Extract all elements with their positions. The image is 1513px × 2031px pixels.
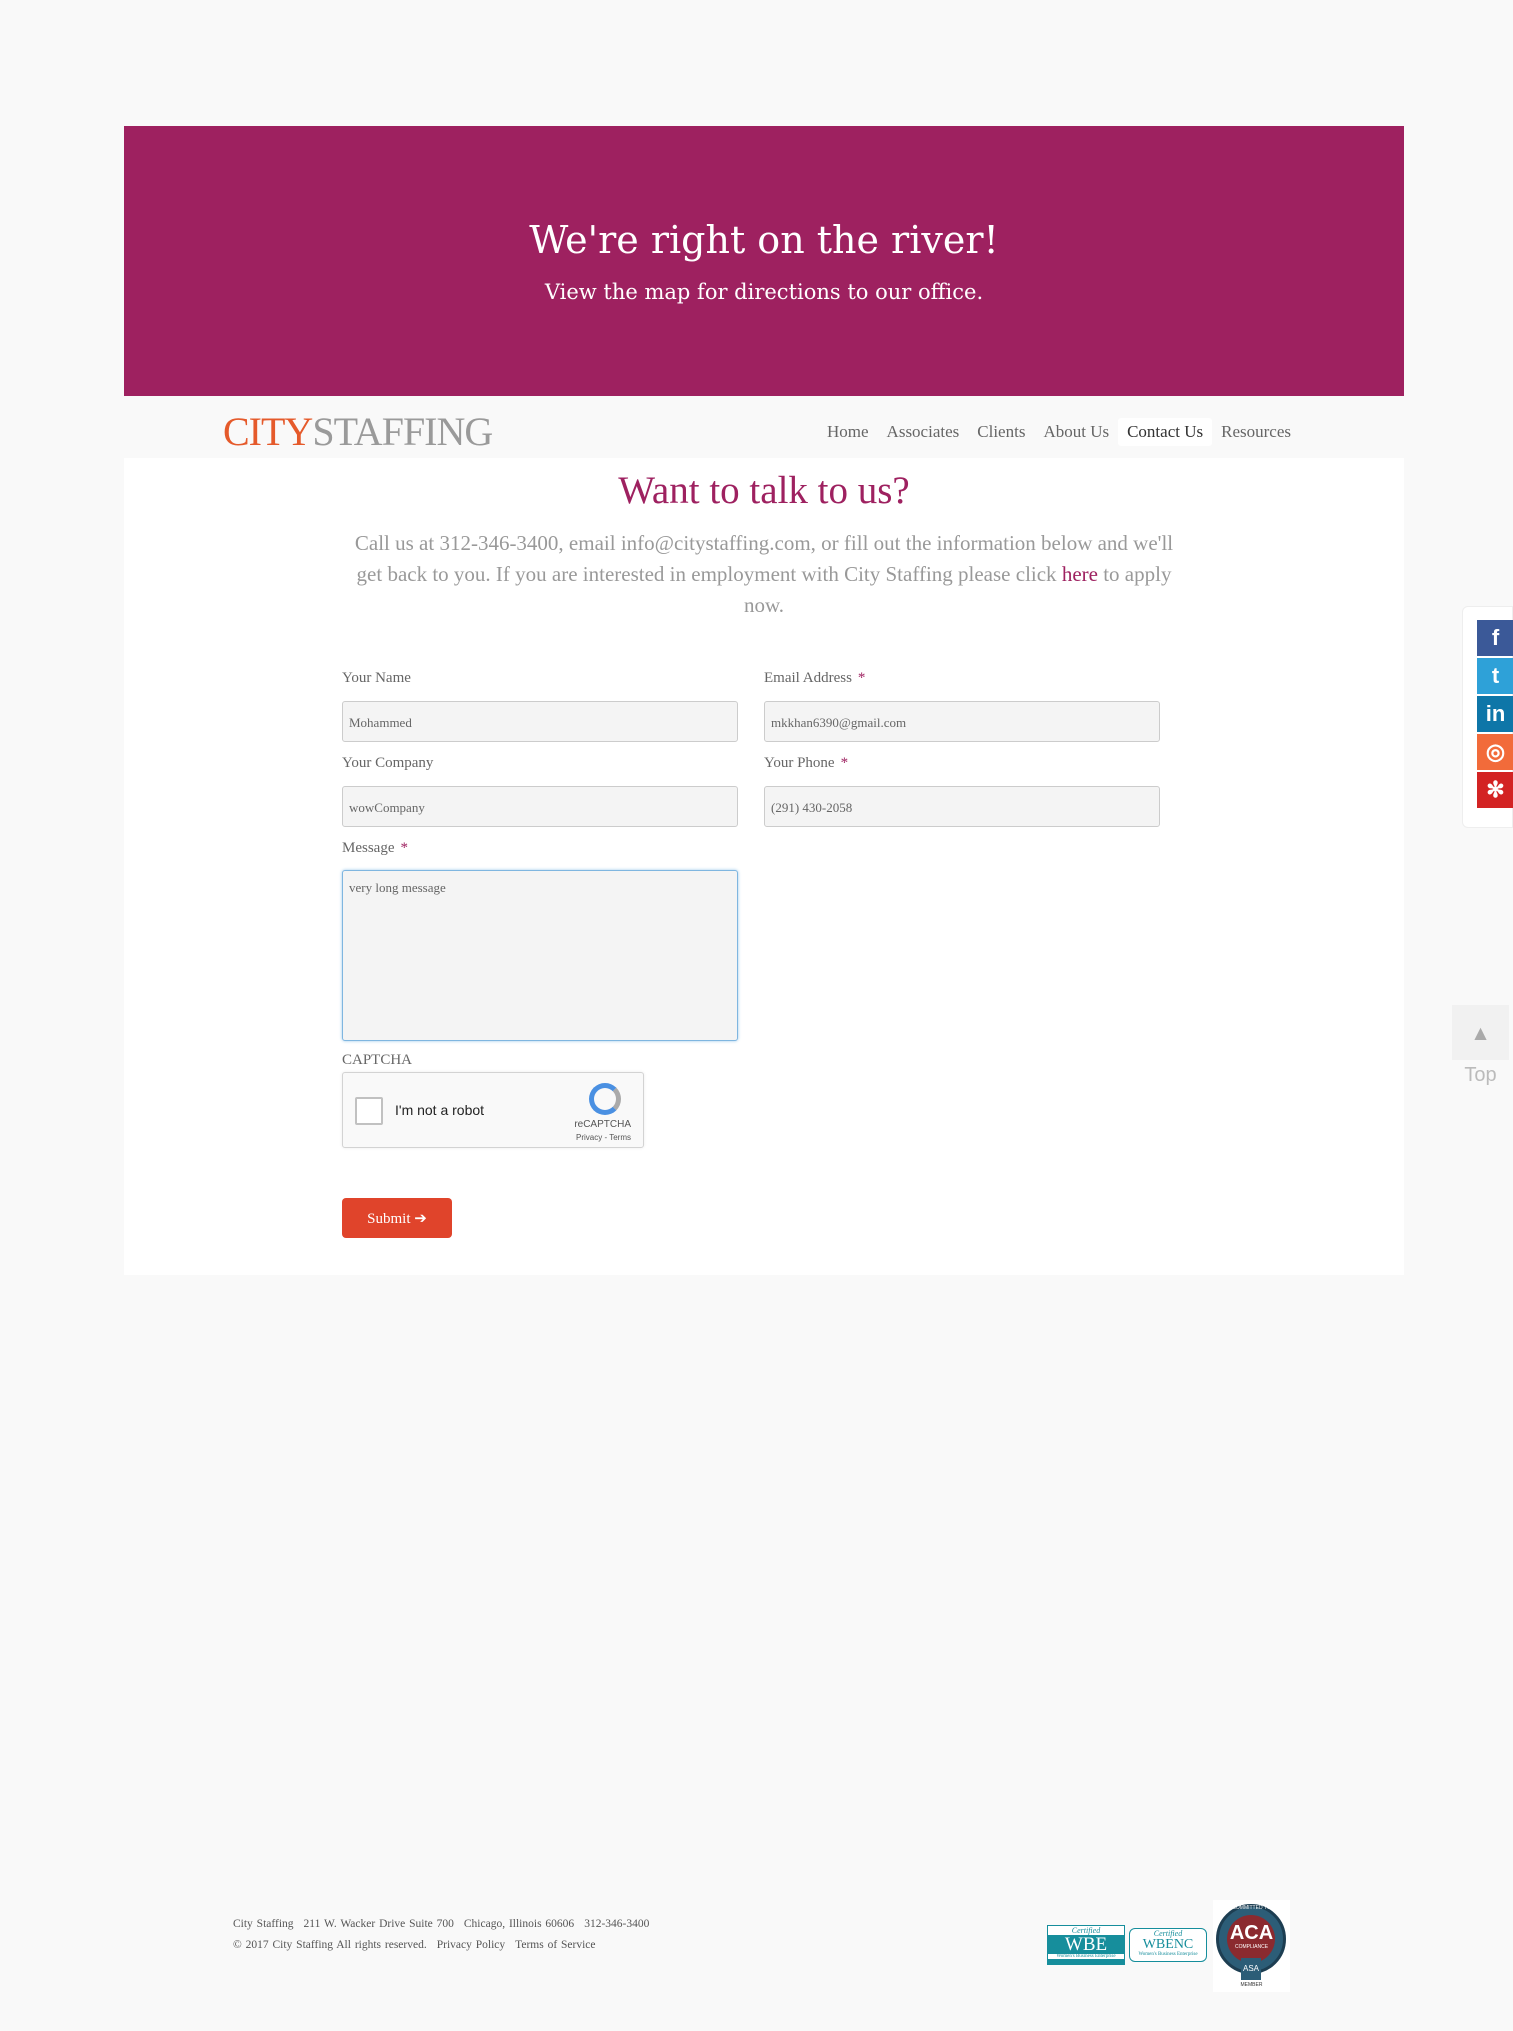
- nav-item-associates[interactable]: Associates: [878, 418, 969, 446]
- submit-label: Submit: [367, 1210, 411, 1227]
- apply-link[interactable]: here: [1062, 562, 1098, 586]
- phone-label: Your Phone *: [764, 755, 849, 771]
- nav-item-contact-us[interactable]: Contact Us: [1118, 418, 1213, 446]
- wbe-badge: Certified WBE Women's Business Enterprise: [1047, 1925, 1125, 1965]
- aca-badge: COMMITTED TO ACA COMPLIANCE ASA MEMBER: [1213, 1900, 1290, 1992]
- arrow-circle-right-icon: ➔: [414, 1210, 427, 1227]
- privacy-link[interactable]: Privacy Policy: [437, 1939, 505, 1951]
- footer-city: Chicago, Illinois 60606: [463, 1918, 575, 1930]
- footer-street: 211 W. Wacker Drive Suite 700: [303, 1918, 454, 1930]
- logo[interactable]: CITYSTAFFING: [223, 408, 493, 455]
- logo-staffing: STAFFING: [312, 409, 493, 454]
- copyright: © 2017 City Staffing All rights reserved…: [233, 1939, 427, 1951]
- recaptcha-logo-icon: [589, 1083, 621, 1115]
- twitter-icon[interactable]: t: [1477, 658, 1513, 694]
- recaptcha-widget: I'm not a robot reCAPTCHA Privacy - Term…: [342, 1072, 644, 1148]
- email-label: Email Address *: [764, 670, 866, 686]
- nav-item-clients[interactable]: Clients: [968, 418, 1034, 446]
- back-to-top-button[interactable]: ▲: [1452, 1005, 1509, 1060]
- captcha-label: CAPTCHA: [342, 1052, 413, 1068]
- yelp-icon[interactable]: ✻: [1477, 772, 1513, 808]
- company-input[interactable]: wowCompany: [342, 786, 738, 827]
- intro-before: Call us at 312-346-3400, email info@city…: [354, 531, 1174, 586]
- submit-button[interactable]: Submit ➔: [342, 1198, 452, 1238]
- recaptcha-text: I'm not a robot: [395, 1102, 485, 1118]
- phone-input[interactable]: (291) 430-2058: [764, 786, 1160, 827]
- page-title: Want to talk to us?: [618, 469, 910, 512]
- instagram-icon[interactable]: ◎: [1477, 734, 1513, 770]
- wbenc-badge: Certified WBENC Women's Business Enterpris…: [1129, 1928, 1207, 1962]
- company-label: Your Company: [342, 755, 434, 771]
- banner-title: We're right on the river!: [529, 218, 999, 262]
- nav-item-resources[interactable]: Resources: [1212, 418, 1300, 446]
- banner-subtitle: View the map for directions to our offic…: [544, 280, 984, 304]
- nav-item-about-us[interactable]: About Us: [1034, 418, 1118, 446]
- top-nav: CITYSTAFFING Home Associates Clients About …: [124, 396, 1404, 458]
- message-label: Message *: [342, 840, 408, 856]
- footer-address: City Staffing 211 W. Wacker Drive Suite 7…: [233, 1918, 659, 1930]
- nav-item-home[interactable]: Home: [818, 418, 878, 446]
- message-textarea[interactable]: very long message: [342, 870, 738, 1041]
- contact-section: Want to talk to us? Call us at 312-346-3…: [124, 458, 1404, 1275]
- facebook-icon[interactable]: f: [1477, 620, 1513, 656]
- linkedin-icon[interactable]: in: [1477, 696, 1513, 732]
- hero-banner: We're right on the river! View the map f…: [124, 126, 1404, 396]
- name-label: Your Name: [342, 670, 411, 686]
- footer-legal: © 2017 City Staffing All rights reserved…: [233, 1939, 606, 1951]
- recaptcha-checkbox[interactable]: [355, 1097, 383, 1125]
- intro-text: Call us at 312-346-3400, email info@city…: [354, 528, 1174, 621]
- terms-link[interactable]: Terms of Service: [515, 1939, 595, 1951]
- recaptcha-links[interactable]: Privacy - Terms: [576, 1133, 631, 1142]
- footer-phone: 312-346-3400: [584, 1918, 650, 1930]
- name-input[interactable]: Mohammed: [342, 701, 738, 742]
- triangle-up-icon: ▲: [1474, 1023, 1487, 1042]
- certification-badges: Certified WBE Women's Business Enterprise …: [1047, 1900, 1290, 1992]
- top-label[interactable]: Top: [1452, 1064, 1509, 1087]
- main-menu: Home Associates Clients About Us Contact Us R…: [818, 418, 1300, 446]
- logo-city: CITY: [223, 409, 313, 454]
- email-input[interactable]: mkkhan6390@gmail.com: [764, 701, 1160, 742]
- social-sidebar: f t in ◎ ✻: [1462, 606, 1513, 828]
- footer-company: City Staffing: [233, 1918, 294, 1930]
- recaptcha-brand: reCAPTCHA: [574, 1119, 631, 1130]
